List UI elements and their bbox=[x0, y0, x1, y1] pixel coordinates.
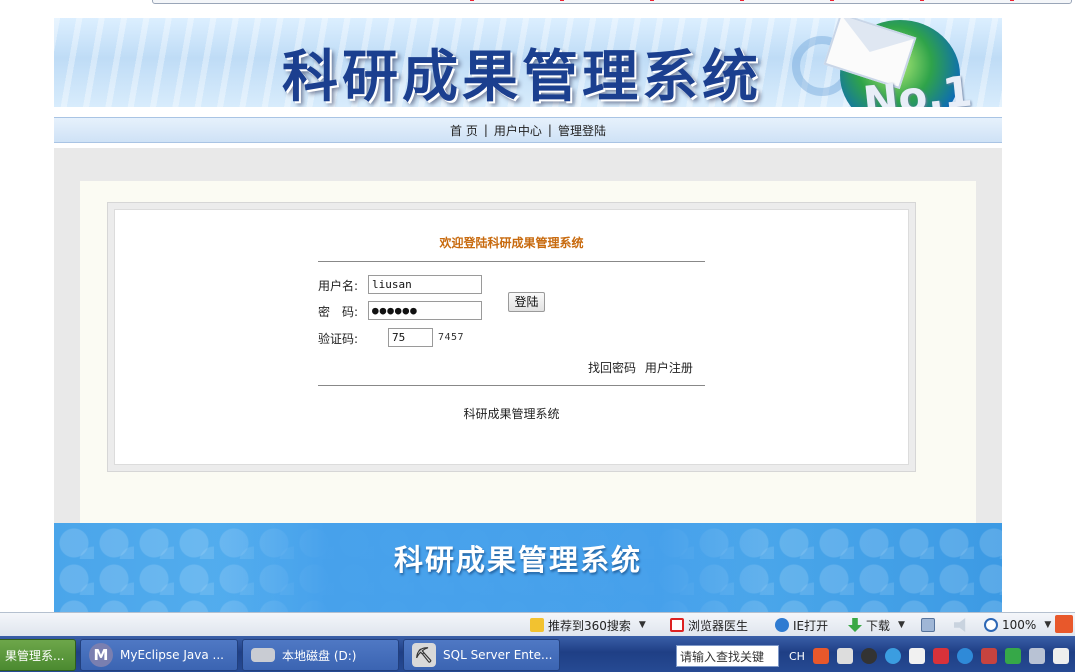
clipboard-icon[interactable] bbox=[1052, 648, 1069, 664]
task-local-disk-label: 本地磁盘 (D:) bbox=[282, 648, 357, 663]
browser-status-bar: 推荐到360搜索 ▼ 浏览器医生 IE打开 下载 ▼ 100% ▼ bbox=[0, 612, 1075, 636]
security-icon[interactable] bbox=[932, 648, 949, 664]
sound-button[interactable] bbox=[954, 617, 972, 633]
password-label: 密 码: bbox=[318, 305, 359, 319]
header-banner: 科研成果管理系统 No.1 bbox=[54, 18, 1002, 107]
chevron-down-icon: ▼ bbox=[638, 620, 646, 630]
sogou-ime-icon[interactable] bbox=[812, 648, 829, 664]
main-nav: 首 页 | 用户中心 | 管理登陆 bbox=[54, 117, 1002, 143]
task-sql-server[interactable]: ⛏ SQL Server Ente... bbox=[403, 639, 560, 671]
search-tray-icon[interactable] bbox=[884, 648, 901, 664]
thumbs-up-icon bbox=[530, 618, 544, 632]
sogou-icon bbox=[1055, 615, 1073, 633]
captcha-code: 7457 bbox=[438, 332, 465, 343]
divider-bottom bbox=[318, 385, 705, 386]
window-icon[interactable] bbox=[921, 617, 939, 633]
nav-home[interactable]: 首 页 bbox=[444, 122, 484, 139]
username-label: 用户名: bbox=[318, 279, 359, 293]
recommend-360-button[interactable]: 推荐到360搜索 ▼ bbox=[530, 617, 646, 633]
task-myeclipse-label: MyEclipse Java ... bbox=[120, 648, 224, 662]
app-tray-icon[interactable] bbox=[860, 648, 877, 664]
speaker-icon bbox=[954, 618, 966, 632]
footer-banner-title: 科研成果管理系统 bbox=[394, 543, 643, 577]
zoom-level: 100% bbox=[1002, 618, 1037, 632]
magnifier-icon bbox=[984, 618, 998, 632]
download-label: 下载 bbox=[866, 618, 891, 633]
task-browser[interactable]: 果管理系... bbox=[0, 639, 76, 671]
drive-icon bbox=[251, 648, 275, 662]
address-text-fragments bbox=[430, 0, 1030, 1]
umbrella-icon[interactable] bbox=[1004, 648, 1021, 664]
ie-icon bbox=[775, 618, 789, 632]
sogou-button[interactable] bbox=[1055, 615, 1075, 633]
username-input[interactable]: liusan bbox=[368, 275, 482, 294]
system-tray: CH bbox=[789, 646, 1069, 666]
task-sql-server-label: SQL Server Ente... bbox=[443, 648, 553, 662]
download-arrow-icon bbox=[848, 618, 862, 632]
sql-server-icon: ⛏ bbox=[412, 643, 436, 667]
browser-address-remnant bbox=[0, 0, 1075, 10]
taskbar-search-input[interactable]: 请输入查找关键 bbox=[676, 645, 779, 667]
input-language[interactable]: CH bbox=[789, 650, 805, 663]
ie-open-label: IE打开 bbox=[793, 618, 829, 633]
nav-admin-login[interactable]: 管理登陆 bbox=[552, 122, 612, 139]
login-button[interactable]: 登陆 bbox=[508, 292, 545, 312]
zoom-control[interactable]: 100% ▼ bbox=[984, 617, 1051, 633]
task-local-disk[interactable]: 本地磁盘 (D:) bbox=[242, 639, 399, 671]
divider-top bbox=[318, 261, 705, 262]
register-link[interactable]: 用户注册 bbox=[645, 361, 693, 375]
medkit-icon bbox=[670, 618, 684, 632]
browser-doctor-button[interactable]: 浏览器医生 bbox=[670, 617, 748, 633]
welcome-heading: 欢迎登陆科研成果管理系统 bbox=[439, 236, 584, 250]
doctor-label: 浏览器医生 bbox=[688, 618, 749, 633]
recommend-label: 推荐到360搜索 bbox=[548, 618, 631, 633]
browser-tray-icon[interactable] bbox=[956, 648, 973, 664]
myeclipse-icon: M bbox=[89, 643, 113, 667]
forgot-password-link[interactable]: 找回密码 bbox=[588, 361, 636, 375]
ie-open-button[interactable]: IE打开 bbox=[775, 617, 828, 633]
mouse-icon[interactable] bbox=[908, 648, 925, 664]
captcha-input[interactable]: 75 bbox=[388, 328, 433, 347]
password-input[interactable]: ●●●●●● bbox=[368, 301, 482, 320]
chevron-down-icon: ▼ bbox=[898, 620, 905, 630]
network-icon[interactable] bbox=[836, 648, 853, 664]
chevron-down-icon: ▼ bbox=[1044, 620, 1052, 630]
auth-links: 找回密码 用户注册 bbox=[588, 359, 698, 376]
footer-banner: 科研成果管理系统 bbox=[54, 523, 1002, 613]
banner-title: 科研成果管理系统 bbox=[282, 44, 762, 107]
window-icon bbox=[921, 618, 935, 632]
task-browser-label: 果管理系... bbox=[5, 648, 65, 663]
nav-user-center[interactable]: 用户中心 bbox=[488, 122, 548, 139]
qq-icon[interactable] bbox=[980, 648, 997, 664]
login-footer-text: 科研成果管理系统 bbox=[463, 407, 560, 421]
download-button[interactable]: 下载 ▼ bbox=[848, 617, 905, 633]
task-myeclipse[interactable]: M MyEclipse Java ... bbox=[80, 639, 238, 671]
drive-tray-icon[interactable] bbox=[1028, 648, 1045, 664]
captcha-label: 验证码: bbox=[318, 332, 359, 346]
